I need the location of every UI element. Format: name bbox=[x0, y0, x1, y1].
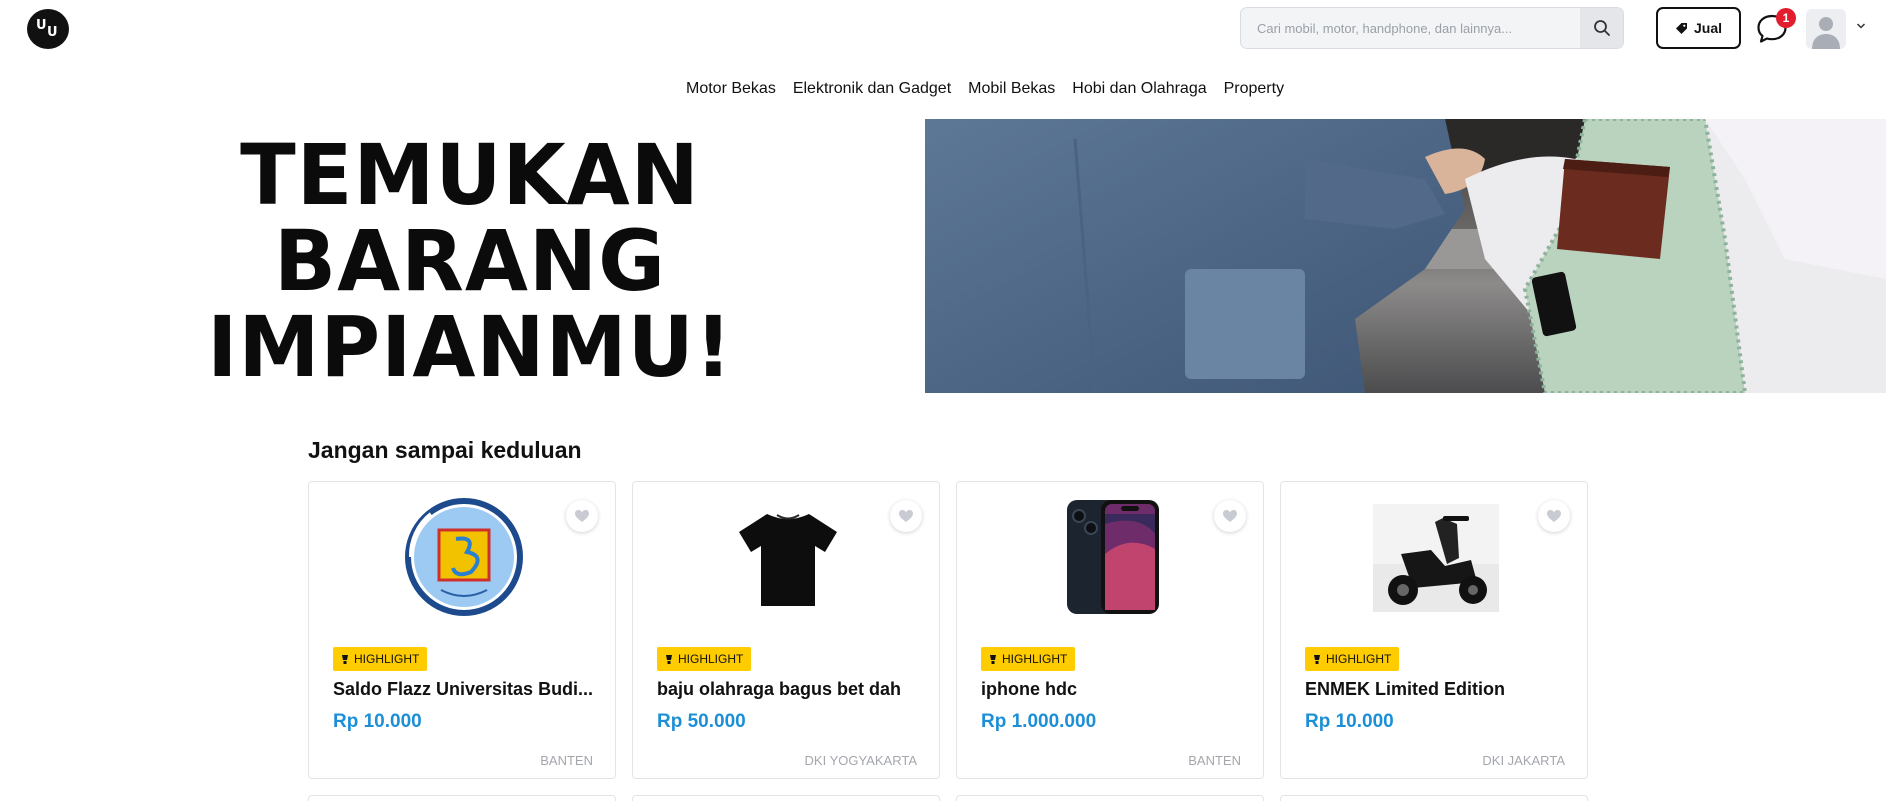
handshake-photo bbox=[925, 119, 1886, 393]
chevron-down-icon[interactable] bbox=[1856, 22, 1866, 30]
iphone-image bbox=[1049, 494, 1175, 620]
site-logo[interactable]: U U bbox=[27, 9, 69, 49]
tshirt-image bbox=[725, 494, 851, 620]
product-title[interactable]: iphone hdc bbox=[981, 679, 1243, 700]
highlight-badge: HIGHLIGHT bbox=[1305, 647, 1400, 671]
product-card-partial[interactable] bbox=[632, 795, 940, 801]
search-input[interactable] bbox=[1241, 8, 1581, 48]
highlight-badge: HIGHLIGHT bbox=[333, 647, 428, 671]
search-icon bbox=[1593, 20, 1610, 36]
logo-letter: U bbox=[36, 18, 47, 33]
product-title[interactable]: baju olahraga bagus bet dah bbox=[657, 679, 919, 700]
favorite-button[interactable] bbox=[566, 500, 598, 532]
logo-letter: U bbox=[47, 25, 58, 40]
hero-line: BARANG bbox=[274, 212, 666, 310]
product-price: Rp 10.000 bbox=[1305, 711, 1394, 732]
product-location: DKI YOGYAKARTA bbox=[804, 753, 917, 768]
nav-item-hobi[interactable]: Hobi dan Olahraga bbox=[1072, 80, 1206, 98]
product-card[interactable]: HIGHLIGHT iphone hdc Rp 1.000.000 BANTEN bbox=[956, 481, 1264, 779]
top-header: U U Jual 1 bbox=[0, 0, 1886, 56]
heart-icon bbox=[899, 510, 913, 522]
lightbulb-icon bbox=[666, 654, 672, 664]
product-card-partial[interactable] bbox=[956, 795, 1264, 801]
favorite-button[interactable] bbox=[1214, 500, 1246, 532]
product-location: BANTEN bbox=[1188, 753, 1241, 768]
notification-badge: 1 bbox=[1776, 8, 1796, 28]
heart-icon bbox=[1547, 510, 1561, 522]
product-card-partial[interactable] bbox=[308, 795, 616, 801]
university-logo-image bbox=[404, 497, 524, 617]
tag-icon bbox=[1675, 22, 1687, 34]
search-button[interactable] bbox=[1580, 8, 1623, 48]
highlight-badge: HIGHLIGHT bbox=[657, 647, 752, 671]
favorite-button[interactable] bbox=[890, 500, 922, 532]
scooter-image bbox=[1373, 504, 1499, 612]
section-title: Jangan sampai keduluan bbox=[308, 437, 582, 463]
nav-item-property[interactable]: Property bbox=[1224, 80, 1284, 98]
lightbulb-icon bbox=[1314, 654, 1320, 664]
badge-label: HIGHLIGHT bbox=[354, 652, 420, 666]
heart-icon bbox=[575, 510, 589, 522]
hero-headline: TEMUKAN BARANG IMPIANMU! bbox=[170, 132, 770, 390]
product-location: DKI JAKARTA bbox=[1482, 753, 1565, 768]
product-price: Rp 50.000 bbox=[657, 711, 746, 732]
favorite-button[interactable] bbox=[1538, 500, 1570, 532]
product-card[interactable]: HIGHLIGHT ENMEK Limited Edition Rp 10.00… bbox=[1280, 481, 1588, 779]
badge-label: HIGHLIGHT bbox=[1002, 652, 1068, 666]
product-card[interactable]: HIGHLIGHT Saldo Flazz Universitas Budi..… bbox=[308, 481, 616, 779]
sell-label: Jual bbox=[1693, 20, 1722, 36]
lightbulb-icon bbox=[342, 654, 348, 664]
highlight-badge: HIGHLIGHT bbox=[981, 647, 1076, 671]
lightbulb-icon bbox=[990, 654, 996, 664]
nav-item-motor-bekas[interactable]: Motor Bekas bbox=[686, 80, 776, 98]
product-location: BANTEN bbox=[540, 753, 593, 768]
sell-button[interactable]: Jual bbox=[1656, 7, 1741, 49]
hero-line: IMPIANMU! bbox=[207, 298, 733, 396]
product-card[interactable]: HIGHLIGHT baju olahraga bagus bet dah Rp… bbox=[632, 481, 940, 779]
product-title[interactable]: Saldo Flazz Universitas Budi... bbox=[333, 679, 595, 700]
user-icon bbox=[1806, 9, 1846, 49]
nav-item-elektronik[interactable]: Elektronik dan Gadget bbox=[793, 80, 951, 98]
product-price: Rp 1.000.000 bbox=[981, 711, 1097, 732]
product-price: Rp 10.000 bbox=[333, 711, 422, 732]
hero-line: TEMUKAN bbox=[240, 126, 700, 224]
nav-item-mobil-bekas[interactable]: Mobil Bekas bbox=[968, 80, 1055, 98]
product-title[interactable]: ENMEK Limited Edition bbox=[1305, 679, 1567, 700]
search-bar bbox=[1240, 7, 1624, 49]
category-nav: Motor Bekas Elektronik dan Gadget Mobil … bbox=[686, 80, 1284, 98]
badge-label: HIGHLIGHT bbox=[678, 652, 744, 666]
heart-icon bbox=[1223, 510, 1237, 522]
product-card-partial[interactable] bbox=[1280, 795, 1588, 801]
avatar[interactable] bbox=[1806, 9, 1846, 49]
badge-label: HIGHLIGHT bbox=[1326, 652, 1392, 666]
hero-banner-image bbox=[925, 119, 1886, 393]
